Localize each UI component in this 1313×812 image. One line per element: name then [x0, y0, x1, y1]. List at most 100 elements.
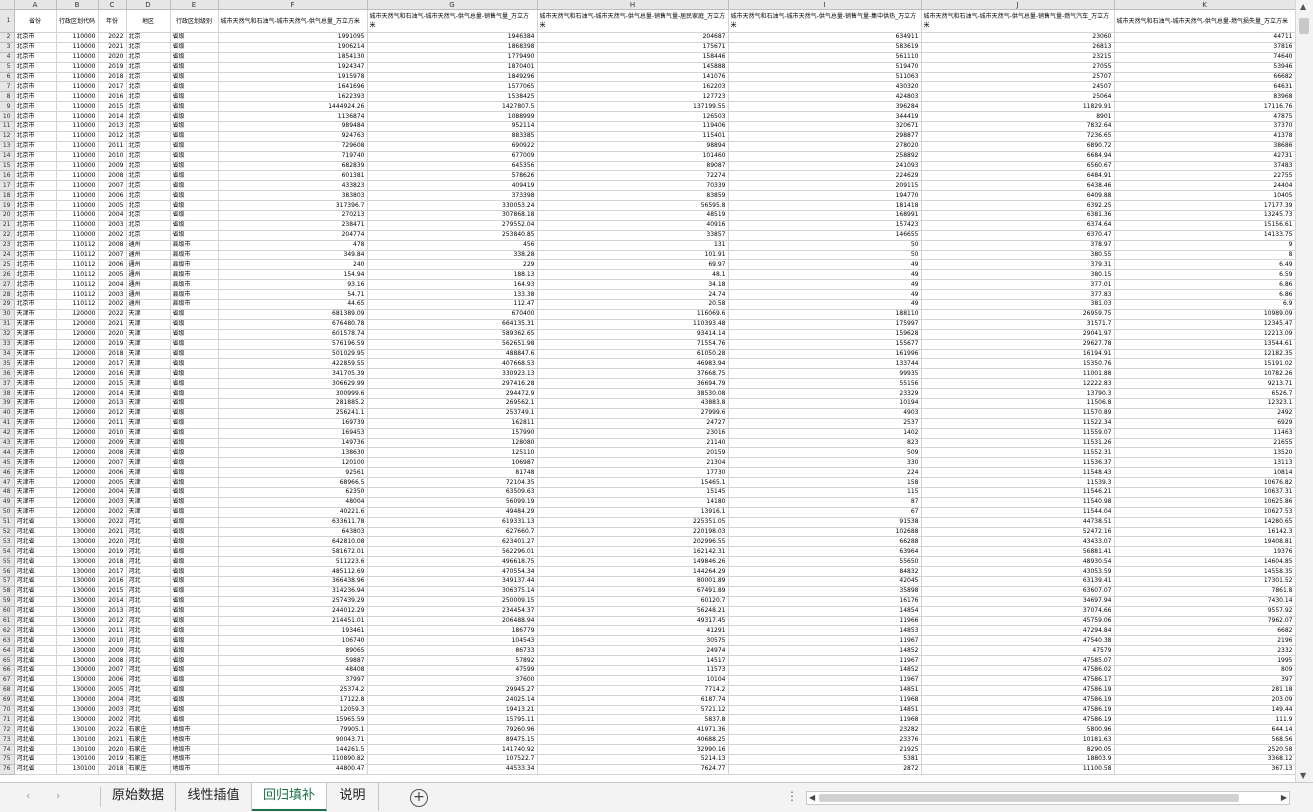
table-cell[interactable]: 天津 [126, 349, 171, 360]
row-number[interactable]: 69 [0, 695, 15, 706]
row-number[interactable]: 35 [0, 358, 15, 370]
table-cell[interactable]: 1444924.26 [218, 101, 368, 113]
row-number[interactable]: 67 [0, 675, 15, 686]
table-cell[interactable]: 568.56 [1114, 734, 1295, 746]
table-cell[interactable]: 634911 [728, 32, 922, 43]
table-cell[interactable]: 110000 [56, 151, 99, 162]
table-cell[interactable]: 145888 [537, 62, 729, 73]
table-cell[interactable]: 13916.1 [537, 507, 729, 518]
row-number[interactable]: 4 [0, 52, 15, 63]
table-cell[interactable]: 北京市 [14, 42, 57, 53]
table-cell[interactable]: 天津市 [14, 467, 57, 479]
table-cell[interactable]: 44533.34 [367, 764, 538, 775]
table-cell[interactable]: 北京市 [14, 180, 57, 192]
row-number[interactable]: 22 [0, 230, 15, 241]
table-cell[interactable]: 338.28 [367, 250, 538, 261]
table-cell[interactable]: 256241.1 [218, 408, 368, 419]
table-cell[interactable]: 1402 [728, 428, 922, 439]
table-cell[interactable]: 省级 [170, 467, 219, 479]
table-cell[interactable]: 279552.04 [367, 220, 538, 231]
table-cell[interactable]: 578626 [367, 170, 538, 182]
row-number[interactable]: 72 [0, 724, 15, 736]
row-number[interactable]: 18 [0, 190, 15, 202]
table-cell[interactable]: 128080 [367, 438, 538, 449]
table-cell[interactable]: 130000 [56, 556, 99, 568]
table-cell[interactable]: 省级 [170, 161, 219, 172]
table-cell[interactable]: 81748 [367, 467, 538, 479]
table-cell[interactable]: 2010 [98, 635, 127, 647]
table-cell[interactable]: 河北省 [14, 606, 57, 617]
row-number[interactable]: 36 [0, 368, 15, 380]
table-cell[interactable]: 省级 [170, 655, 219, 666]
table-cell[interactable]: 河北省 [14, 645, 57, 657]
table-cell[interactable]: 2005 [98, 685, 127, 696]
table-cell[interactable]: 130000 [56, 527, 99, 538]
table-cell[interactable]: 120000 [56, 457, 99, 469]
table-cell[interactable]: 1538425 [367, 91, 538, 103]
table-cell[interactable]: 天津 [126, 418, 171, 429]
table-cell[interactable]: 天津市 [14, 358, 57, 370]
table-cell[interactable]: 北京 [126, 62, 171, 73]
table-cell[interactable]: 20.58 [537, 299, 729, 310]
table-cell[interactable]: 2014 [98, 388, 127, 399]
table-cell[interactable]: 229 [367, 259, 538, 271]
table-cell[interactable]: 601578.74 [218, 329, 368, 340]
table-cell[interactable]: 6187.74 [537, 695, 729, 706]
row-number[interactable]: 19 [0, 200, 15, 212]
table-cell[interactable]: 253749.1 [367, 408, 538, 419]
table-cell[interactable]: 2332 [1114, 645, 1295, 657]
row-number[interactable]: 62 [0, 625, 15, 637]
table-cell[interactable]: 2872 [728, 764, 922, 775]
row-number[interactable]: 41 [0, 418, 15, 429]
table-cell[interactable]: 67 [728, 507, 922, 518]
table-cell[interactable]: 11967 [728, 675, 922, 686]
table-cell[interactable]: 北京 [126, 210, 171, 221]
table-cell[interactable]: 25064 [921, 91, 1115, 103]
table-cell[interactable]: 116069.6 [537, 309, 729, 320]
table-cell[interactable]: 133744 [728, 358, 922, 370]
table-cell[interactable]: 15156.61 [1114, 220, 1295, 231]
table-cell[interactable]: 120000 [56, 398, 99, 409]
table-cell[interactable]: 省级 [170, 388, 219, 399]
table-cell[interactable]: 河北 [126, 695, 171, 706]
table-cell[interactable]: 56595.8 [537, 200, 729, 212]
table-cell[interactable]: 84832 [728, 566, 922, 577]
table-cell[interactable]: 县级市 [170, 240, 219, 251]
table-cell[interactable]: 23282 [728, 724, 922, 736]
table-cell[interactable]: 270213 [218, 210, 368, 221]
table-cell[interactable]: 14604.85 [1114, 556, 1295, 568]
table-cell[interactable]: 15795.11 [367, 714, 538, 726]
table-cell[interactable]: 159628 [728, 329, 922, 340]
table-cell[interactable]: 河北省 [14, 714, 57, 726]
table-cell[interactable]: 天津 [126, 319, 171, 330]
table-cell[interactable]: 省级 [170, 675, 219, 686]
table-cell[interactable]: 10989.09 [1114, 309, 1295, 320]
row-number[interactable]: 2 [0, 32, 15, 43]
table-cell[interactable]: 6484.91 [921, 170, 1115, 182]
table-cell[interactable]: 186779 [367, 625, 538, 637]
row-number[interactable]: 49 [0, 497, 15, 508]
horizontal-scrollbar[interactable]: ◀ ▶ [806, 791, 1290, 805]
table-cell[interactable]: 120000 [56, 467, 99, 479]
table-cell[interactable]: 北京市 [14, 250, 57, 261]
table-cell[interactable]: 120000 [56, 438, 99, 449]
table-cell[interactable]: 14852 [728, 645, 922, 657]
table-cell[interactable]: 省级 [170, 695, 219, 706]
table-cell[interactable]: 2018 [98, 764, 127, 775]
table-cell[interactable]: 北京 [126, 161, 171, 172]
row-number[interactable]: 39 [0, 398, 15, 409]
field-header-cell[interactable]: 行政区划级别 [170, 9, 219, 33]
row-number[interactable]: 20 [0, 210, 15, 221]
table-cell[interactable]: 50 [728, 250, 922, 261]
table-cell[interactable]: 141740.92 [367, 744, 538, 756]
table-cell[interactable]: 320671 [728, 121, 922, 132]
table-cell[interactable]: 1915978 [218, 72, 368, 83]
table-cell[interactable]: 47586.17 [921, 675, 1115, 686]
table-cell[interactable]: 河北省 [14, 705, 57, 716]
table-cell[interactable]: 23016 [537, 428, 729, 439]
table-cell[interactable]: 6370.47 [921, 230, 1115, 241]
table-cell[interactable]: 通州 [126, 240, 171, 251]
table-cell[interactable]: 64631 [1114, 81, 1295, 93]
table-cell[interactable]: 北京市 [14, 230, 57, 241]
table-cell[interactable]: 省级 [170, 517, 219, 528]
